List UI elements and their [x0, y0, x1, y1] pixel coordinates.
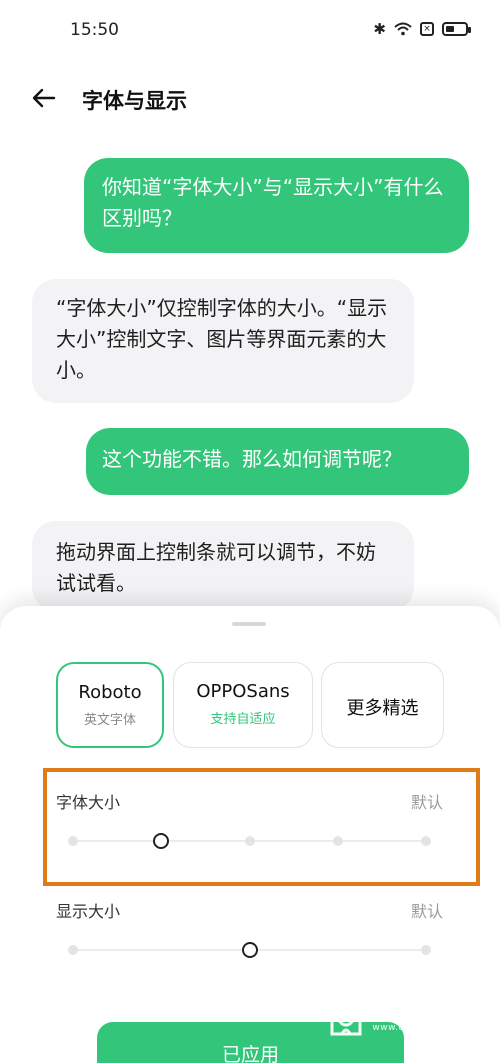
- font-size-label: 字体大小: [56, 793, 121, 812]
- font-option-opposans[interactable]: OPPOSans 支持自适应: [173, 662, 313, 748]
- status-bar: 15:50 ✱ ×: [0, 0, 500, 62]
- page-title: 字体与显示: [82, 89, 187, 113]
- sheet-drag-handle[interactable]: [232, 622, 266, 626]
- sim-off-icon: ×: [420, 22, 434, 36]
- font-size-default-label: 默认: [410, 793, 443, 812]
- font-size-slider-step[interactable]: [421, 836, 431, 846]
- font-option-more[interactable]: 更多精选: [321, 662, 444, 748]
- display-size-setting: 显示大小 默认: [0, 896, 500, 1006]
- font-size-slider-step[interactable]: [332, 836, 343, 846]
- font-size-setting: 字体大小 默认: [0, 786, 500, 896]
- font-option-roboto[interactable]: Roboto 英文字体: [56, 662, 164, 748]
- font-size-slider-knob[interactable]: [153, 833, 170, 849]
- display-size-slider-knob[interactable]: [241, 942, 258, 958]
- font-size-slider-step[interactable]: [244, 836, 255, 846]
- back-arrow-icon[interactable]: [30, 84, 58, 112]
- font-option-name: OPPOSans: [196, 681, 290, 702]
- display-size-slider[interactable]: [68, 942, 431, 958]
- display-size-label: 显示大小: [56, 902, 121, 921]
- display-size-slider-step[interactable]: [68, 945, 78, 955]
- font-option-name: Roboto: [78, 682, 142, 703]
- font-option-desc: 英文字体: [83, 713, 136, 728]
- header: 字体与显示: [0, 70, 500, 126]
- chat-bubble-answer-2: 拖动界面上控制条就可以调节，不妨试试看。: [32, 521, 414, 611]
- font-size-slider[interactable]: [68, 833, 431, 849]
- bluetooth-icon: ✱: [373, 20, 386, 38]
- font-option-name: 更多精选: [346, 698, 419, 719]
- chat-bubble-answer-1: “字体大小”仅控制字体的大小。“显示大小”控制文字、图片等界面元素的大小。: [32, 279, 414, 403]
- wifi-icon: [394, 22, 412, 36]
- font-option-desc: 支持自适应: [210, 712, 276, 727]
- watermark-brand: OPPO之家: [372, 993, 486, 1018]
- font-size-slider-step[interactable]: [68, 836, 78, 846]
- display-size-default-label: 默认: [410, 902, 443, 921]
- status-time: 15:50: [70, 20, 119, 40]
- battery-icon: [442, 22, 471, 36]
- watermark: OPPO之家 www.oppo.com: [326, 994, 486, 1040]
- chat-bubble-question-2: 这个功能不错。那么如何调节呢？: [86, 428, 469, 495]
- status-icons: ✱ ×: [373, 20, 471, 38]
- display-size-slider-step[interactable]: [421, 945, 431, 955]
- oppo-home-logo-icon: [330, 996, 362, 1036]
- watermark-url: www.oppo.com: [372, 1023, 447, 1033]
- chat-bubble-question-1: 你知道“字体大小”与“显示大小”有什么区别吗？: [84, 158, 469, 253]
